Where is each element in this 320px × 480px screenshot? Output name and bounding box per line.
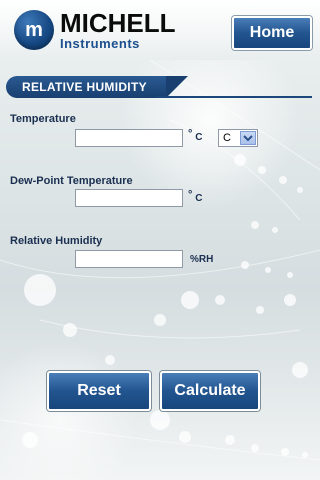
- logo-text: MICHELL Instruments: [60, 10, 176, 50]
- temperature-unit-select[interactable]: C: [218, 129, 258, 147]
- chevron-down-icon[interactable]: [240, 131, 256, 145]
- temperature-unit-letter: C: [195, 132, 203, 143]
- section-header: RELATIVE HUMIDITY: [6, 76, 312, 98]
- michell-logo-mark-icon: m: [14, 10, 54, 50]
- calculate-button[interactable]: Calculate: [160, 371, 260, 411]
- temperature-unit-select-value: C: [223, 132, 231, 144]
- home-button[interactable]: Home: [232, 16, 312, 50]
- section-banner-tail: [166, 76, 188, 98]
- relative-humidity-input[interactable]: [75, 250, 183, 268]
- dew-point-label: Dew-Point Temperature: [10, 175, 133, 187]
- degree-symbol: °: [188, 128, 193, 140]
- temperature-unit: ° C: [188, 128, 203, 143]
- reset-button[interactable]: Reset: [47, 371, 151, 411]
- section-divider-line: [156, 96, 312, 98]
- dew-point-input[interactable]: [75, 189, 183, 207]
- temperature-label: Temperature: [10, 113, 76, 125]
- dew-point-unit: ° C: [188, 189, 203, 204]
- michell-logo: m MICHELL Instruments: [14, 8, 176, 52]
- logo-subtitle: Instruments: [60, 36, 140, 51]
- section-title: RELATIVE HUMIDITY: [22, 80, 147, 94]
- degree-symbol: °: [188, 189, 193, 201]
- relative-humidity-label: Relative Humidity: [10, 235, 103, 247]
- app-header: m MICHELL Instruments Home: [0, 0, 320, 60]
- app-screen: m MICHELL Instruments Home RELATIVE HUMI…: [0, 0, 320, 480]
- logo-name: MICHELL: [60, 8, 176, 38]
- dew-point-unit-letter: C: [195, 193, 203, 204]
- relative-humidity-unit: %RH: [190, 254, 214, 265]
- temperature-input[interactable]: [75, 129, 183, 147]
